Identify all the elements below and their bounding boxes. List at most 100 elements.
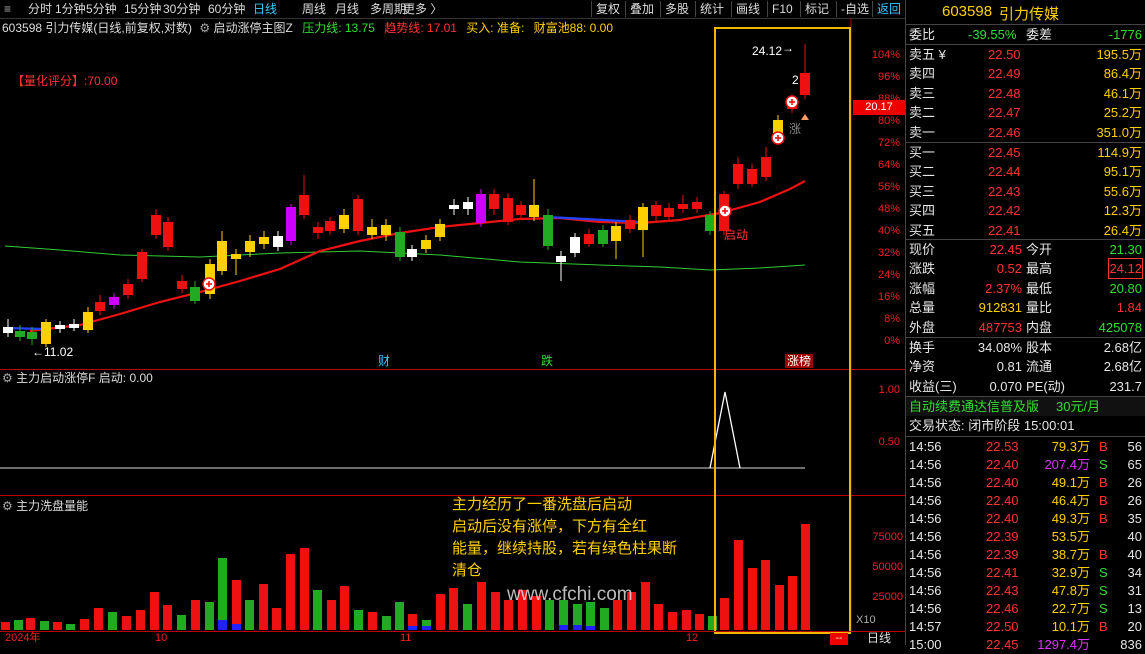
stat-value: 2.37%: [985, 280, 1022, 296]
price-axis-label: 80%: [877, 115, 900, 127]
candle-body: [163, 222, 173, 247]
stat-label: 流通: [1026, 359, 1053, 375]
tick-time: 14:57: [909, 619, 942, 634]
tick-count: 836: [1120, 637, 1142, 652]
toolbar-button[interactable]: 叠加: [625, 1, 654, 17]
minus-tag[interactable]: --: [830, 633, 848, 645]
toolbar-button[interactable]: 复权: [591, 1, 620, 17]
toolbar-button[interactable]: F10: [767, 1, 793, 17]
event-mark-fall[interactable]: 跌: [541, 354, 553, 368]
promo-price[interactable]: 30元/月: [1056, 397, 1100, 416]
tick-row[interactable]: 14:57 22.50 10.1万 B 20: [906, 618, 1145, 636]
trade-status: 交易状态: 闭市阶段 15:00:01: [906, 416, 1145, 435]
toolbar-button[interactable]: 返回: [872, 1, 901, 17]
quant-score: 【量化评分】:70.00: [12, 74, 118, 88]
volume-bar: [449, 588, 458, 630]
volume-bar: [313, 590, 322, 630]
quote-stat-row: 净资 0.81 流通 2.68亿: [906, 357, 1145, 376]
candle-body: [395, 232, 405, 257]
tick-row[interactable]: 14:56 22.46 22.7万 S 13: [906, 600, 1145, 618]
order-price[interactable]: 22.48: [988, 84, 1021, 103]
order-price[interactable]: 22.46: [988, 123, 1021, 142]
order-book-row: 卖二 22.47 25.2万: [906, 103, 1145, 122]
toolbar-button[interactable]: 多股: [660, 1, 689, 17]
period-tab[interactable]: 周线: [302, 1, 326, 17]
stat-label: 涨幅: [909, 280, 936, 296]
stat-label: 换手: [909, 340, 936, 355]
menu-icon[interactable]: ≡: [4, 1, 11, 17]
volume-bar: [463, 604, 472, 630]
period-tab[interactable]: 30分钟: [163, 1, 200, 17]
date-axis-label: 11: [400, 632, 412, 644]
tick-price: 22.40: [986, 475, 1019, 490]
tick-count: 31: [1127, 583, 1142, 598]
sub2-axis-3: 25000: [872, 591, 903, 603]
period-tab[interactable]: 更多 〉: [403, 1, 442, 17]
sub2-axis-1: 75000: [872, 531, 903, 543]
price-axis-label: 24%: [877, 269, 900, 281]
order-price[interactable]: 22.50: [988, 45, 1021, 64]
candle-body: [476, 194, 486, 223]
candle-body: [367, 227, 377, 235]
tick-row[interactable]: 14:56 22.41 32.9万 S 34: [906, 564, 1145, 582]
tick-row[interactable]: 14:56 22.53 79.3万 B 56: [906, 438, 1145, 456]
order-volume: 55.6万: [1103, 183, 1142, 199]
stat-value: 0.81: [996, 359, 1022, 375]
period-tab[interactable]: 分时: [28, 1, 52, 17]
period-tab[interactable]: 15分钟: [124, 1, 161, 17]
period-tag[interactable]: 日线: [867, 631, 891, 645]
order-price[interactable]: 22.44: [988, 162, 1021, 181]
period-tab[interactable]: 日线: [253, 1, 277, 17]
tick-row[interactable]: 14:56 22.39 53.5万 40: [906, 528, 1145, 546]
order-price[interactable]: 22.43: [988, 182, 1021, 201]
promo-banner[interactable]: 自动续费通达信普及版 30元/月: [906, 397, 1145, 416]
toolbar-button[interactable]: 标记: [800, 1, 829, 17]
order-volume: 26.4万: [1103, 222, 1142, 238]
settings-icon[interactable]: ⚙: [199, 21, 210, 35]
order-volume: 114.9万: [1097, 145, 1142, 160]
volume-bar: [40, 621, 49, 630]
tick-price: 22.53: [986, 439, 1019, 454]
volume-bar: [94, 608, 103, 630]
tick-row[interactable]: 15:00 22.45 1297.4万 836: [906, 636, 1145, 654]
period-tab[interactable]: 多周期: [370, 1, 406, 17]
order-price[interactable]: 22.41: [988, 221, 1021, 240]
toolbar-button[interactable]: -自选: [836, 1, 869, 17]
period-tab[interactable]: 1分钟: [55, 1, 86, 17]
volume-bar: [108, 612, 117, 630]
toolbar-button[interactable]: 画线: [731, 1, 760, 17]
candle-body: [339, 215, 349, 229]
order-price[interactable]: 22.47: [988, 103, 1021, 122]
candle-body: [556, 256, 566, 262]
indicator-name[interactable]: 启动涨停主图Z: [214, 21, 293, 35]
period-tab[interactable]: 月线: [335, 1, 359, 17]
volume-bar: [695, 614, 704, 630]
order-price[interactable]: 22.45: [988, 143, 1021, 162]
candle-body: [3, 327, 13, 333]
tick-price: 22.43: [986, 583, 1019, 598]
order-price[interactable]: 22.42: [988, 201, 1021, 220]
tick-time: 14:56: [909, 511, 942, 526]
tick-row[interactable]: 14:56 22.40 49.3万 B 35: [906, 510, 1145, 528]
tick-count: 34: [1127, 565, 1142, 580]
order-price[interactable]: 22.49: [988, 64, 1021, 83]
quote-stat-row: 外盘 487753 内盘 425078: [906, 318, 1145, 337]
tick-row[interactable]: 14:56 22.39 38.7万 B 40: [906, 546, 1145, 564]
toolbar-button[interactable]: 统计: [695, 1, 724, 17]
tick-row[interactable]: 14:56 22.43 47.8万 S 31: [906, 582, 1145, 600]
tick-price: 22.39: [986, 529, 1019, 544]
promo-text[interactable]: 自动续费通达信普及版: [909, 397, 1039, 416]
tick-count: 20: [1127, 619, 1142, 634]
event-mark-finance[interactable]: 财: [378, 354, 390, 368]
tick-row[interactable]: 14:56 22.40 46.4万 B 26: [906, 492, 1145, 510]
price-axis-label: 32%: [877, 247, 900, 259]
volume-bar: [654, 604, 663, 630]
tick-row[interactable]: 14:56 22.40 49.1万 B 26: [906, 474, 1145, 492]
candle-body: [83, 312, 93, 330]
period-tab[interactable]: 5分钟: [86, 1, 117, 17]
tick-row[interactable]: 14:56 22.40 207.4万 S 65: [906, 456, 1145, 474]
tick-volume: 38.7万: [1051, 547, 1090, 562]
pressure-line-value: 压力线: 13.75: [302, 21, 375, 35]
period-tab[interactable]: 60分钟: [208, 1, 245, 17]
volume-bar: [354, 610, 363, 630]
